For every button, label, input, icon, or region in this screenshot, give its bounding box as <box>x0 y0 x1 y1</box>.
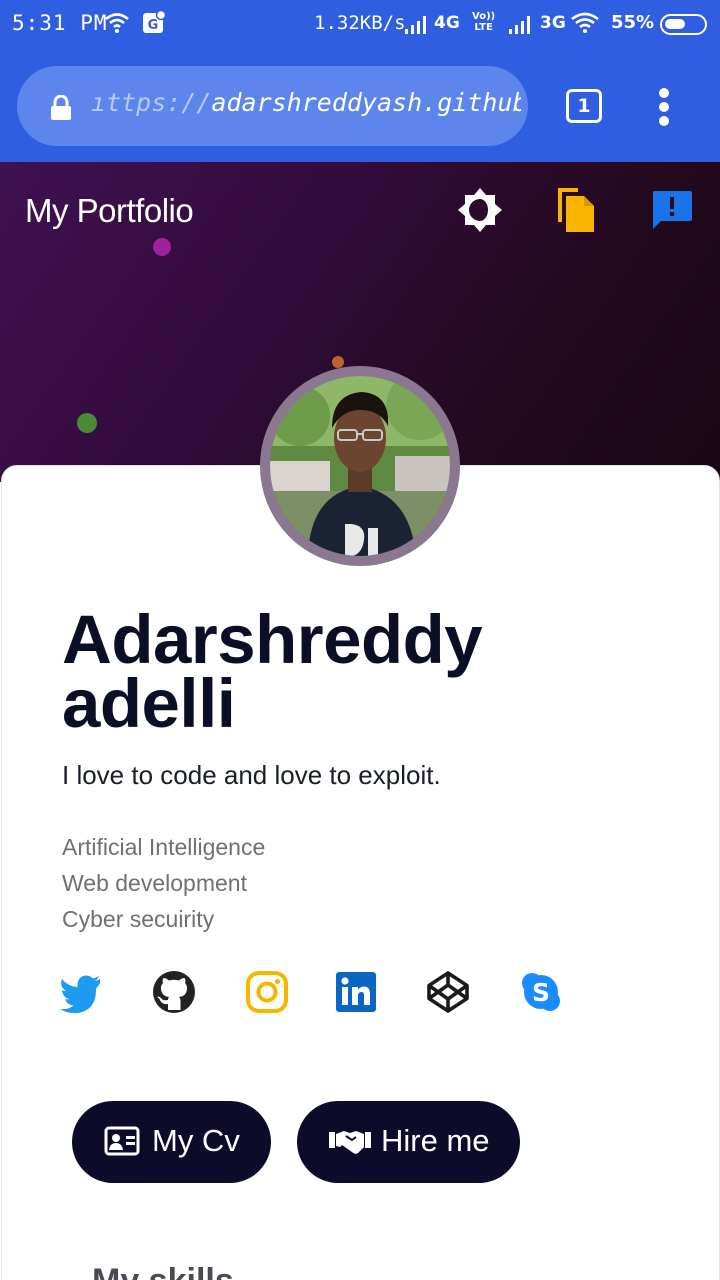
decorative-dot <box>77 413 97 433</box>
signal-strength-icon <box>405 16 426 34</box>
network-type-sim1: 4G <box>434 13 460 33</box>
lock-icon <box>51 95 71 120</box>
signal-strength-icon <box>509 16 530 34</box>
my-cv-label: My Cv <box>152 1123 240 1158</box>
hire-me-button[interactable]: Hire me <box>297 1101 520 1183</box>
status-bar: 5:31 PM G 1.32KB/s 4G Vo)) LTE 3G 55% <box>0 0 720 50</box>
network-speed: 1.32KB/s <box>314 12 406 34</box>
battery-percent: 55% <box>611 12 655 33</box>
feedback-icon[interactable] <box>651 189 693 231</box>
site-title[interactable]: My Portfolio <box>25 192 194 230</box>
svg-text:S: S <box>532 978 550 1007</box>
url-text[interactable]: ıttps://adarshreddyash.github.io <box>91 88 521 117</box>
volte-indicator: Vo)) LTE <box>472 11 496 33</box>
interests-list: Artificial Intelligence Web development … <box>62 829 265 937</box>
avatar <box>270 376 450 556</box>
section-heading-skills: My skills <box>92 1262 234 1280</box>
github-icon[interactable] <box>152 970 196 1014</box>
wifi-icon <box>105 13 129 33</box>
skype-icon[interactable]: S <box>519 970 563 1014</box>
tab-switcher-button[interactable]: 1 <box>566 89 602 123</box>
my-cv-button[interactable]: My Cv <box>72 1101 271 1183</box>
interest-item: Cyber secuirity <box>62 906 215 932</box>
network-type-sim2: 3G <box>540 13 566 33</box>
linkedin-icon[interactable] <box>334 970 378 1014</box>
id-card-icon <box>104 1126 140 1156</box>
wifi-icon <box>571 12 599 33</box>
brightness-icon[interactable] <box>457 187 503 233</box>
codepen-icon[interactable] <box>426 970 470 1014</box>
decorative-dot <box>332 356 344 368</box>
instagram-icon[interactable] <box>245 970 289 1014</box>
battery-level <box>665 19 685 29</box>
address-bar[interactable]: ıttps://adarshreddyash.github.io <box>17 66 528 146</box>
profile-name: Adarshreddy adelli <box>62 601 483 742</box>
interest-item: Artificial Intelligence <box>62 834 266 860</box>
profile-tagline: I love to code and love to exploit. <box>62 760 441 790</box>
overflow-menu-icon[interactable] <box>654 88 674 126</box>
svg-text:G: G <box>148 18 159 33</box>
handshake-icon <box>329 1131 371 1154</box>
twitter-icon[interactable] <box>58 970 102 1014</box>
status-time: 5:31 PM <box>12 11 108 35</box>
profile-photo <box>270 376 450 556</box>
browser-toolbar: ıttps://adarshreddyash.github.io 1 <box>0 50 720 162</box>
copy-icon[interactable] <box>554 186 596 234</box>
maps-notification-icon: G <box>143 10 166 33</box>
decorative-dot <box>153 238 171 256</box>
battery-icon <box>660 14 707 35</box>
hire-me-label: Hire me <box>381 1123 490 1158</box>
interest-item: Web development <box>62 870 247 896</box>
